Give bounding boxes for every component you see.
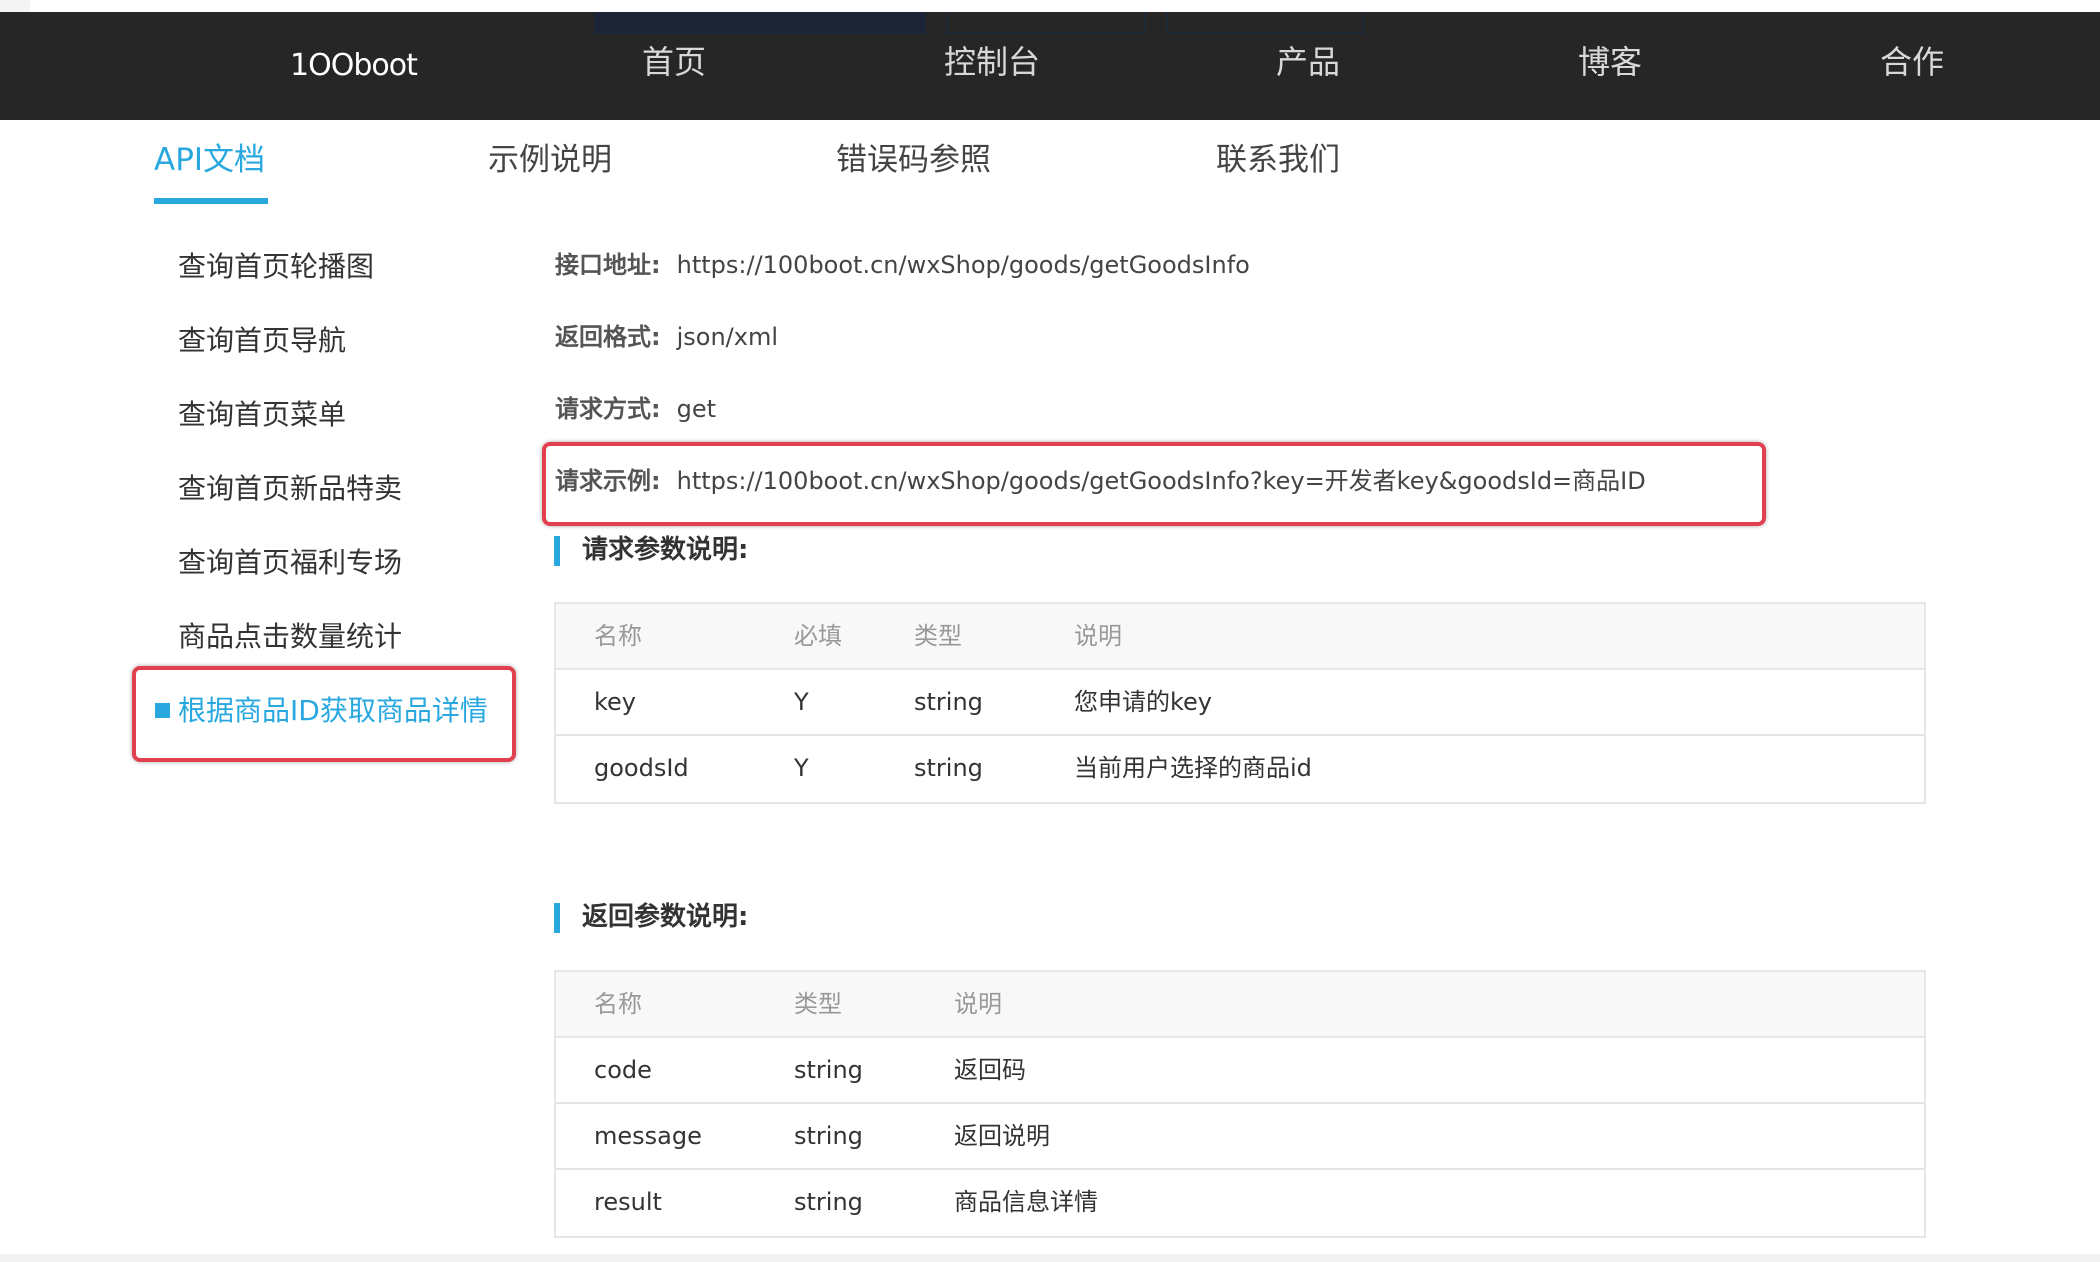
sidebar-item-new-sale[interactable]: 查询首页新品特卖 bbox=[178, 469, 402, 509]
sidebar-item-click-stats[interactable]: 商品点击数量统计 bbox=[178, 617, 402, 657]
tab-api-docs[interactable]: API文档 bbox=[154, 138, 265, 182]
site-logo[interactable]: 1OOboot bbox=[290, 48, 418, 83]
active-tab-indicator bbox=[154, 198, 268, 204]
cell-name: goodsId bbox=[594, 754, 689, 782]
api-format-value: json/xml bbox=[676, 323, 779, 351]
request-params-title: 请求参数说明: bbox=[582, 535, 749, 565]
nav-products[interactable]: 产品 bbox=[1276, 40, 1340, 84]
cell-name: message bbox=[594, 1122, 702, 1150]
cell-desc: 您申请的key bbox=[1074, 688, 1213, 716]
api-format-label: 返回格式: bbox=[555, 323, 661, 351]
api-address-row: 接口地址: https://100boot.cn/wxShop/goods/get… bbox=[555, 247, 1250, 283]
cell-desc: 当前用户选择的商品id bbox=[1074, 754, 1312, 782]
cell-type: string bbox=[794, 1122, 863, 1150]
cell-desc: 返回说明 bbox=[954, 1122, 1050, 1150]
col-header-desc: 说明 bbox=[954, 990, 1002, 1018]
tab-error-codes[interactable]: 错误码参照 bbox=[836, 138, 991, 182]
nav-ghost-tab bbox=[1166, 12, 1364, 34]
col-header-required: 必填 bbox=[794, 622, 842, 650]
browser-edge bbox=[0, 0, 30, 12]
annotation-highlight-sidebar bbox=[132, 666, 516, 762]
col-header-name: 名称 bbox=[594, 990, 642, 1018]
page-bottom-edge bbox=[0, 1254, 2100, 1262]
table-header-row: 名称 类型 说明 bbox=[556, 972, 1924, 1038]
col-header-desc: 说明 bbox=[1074, 622, 1122, 650]
table-row: result string 商品信息详情 bbox=[556, 1170, 1924, 1236]
section-bar bbox=[554, 536, 560, 566]
nav-console[interactable]: 控制台 bbox=[944, 40, 1040, 84]
table-row: goodsId Y string 当前用户选择的商品id bbox=[556, 736, 1924, 802]
sidebar-item-menu[interactable]: 查询首页菜单 bbox=[178, 395, 346, 435]
sidebar-item-navigation[interactable]: 查询首页导航 bbox=[178, 321, 346, 361]
cell-name: key bbox=[594, 688, 637, 716]
cell-required: Y bbox=[794, 754, 809, 782]
api-method-value: get bbox=[676, 395, 717, 423]
tab-contact[interactable]: 联系我们 bbox=[1216, 138, 1340, 182]
response-params-title: 返回参数说明: bbox=[582, 902, 749, 932]
request-params-table: 名称 必填 类型 说明 key Y string 您申请的key goodsId… bbox=[554, 602, 1926, 804]
sidebar-item-banner[interactable]: 查询首页轮播图 bbox=[178, 247, 374, 287]
api-method-row: 请求方式: get bbox=[555, 391, 716, 427]
nav-cooperation[interactable]: 合作 bbox=[1880, 40, 1944, 84]
table-row: key Y string 您申请的key bbox=[556, 670, 1924, 736]
sidebar-item-welfare[interactable]: 查询首页福利专场 bbox=[178, 543, 402, 583]
nav-home[interactable]: 首页 bbox=[642, 40, 706, 84]
top-navbar: 1OOboot 首页 控制台 产品 博客 合作 bbox=[0, 12, 2100, 120]
section-bar bbox=[554, 903, 560, 933]
api-format-row: 返回格式: json/xml bbox=[555, 319, 778, 355]
nav-ghost-tab bbox=[946, 12, 1146, 34]
nav-ghost-tab bbox=[594, 12, 926, 34]
api-address-label: 接口地址: bbox=[555, 251, 661, 279]
cell-type: string bbox=[914, 754, 983, 782]
tab-examples[interactable]: 示例说明 bbox=[488, 138, 612, 182]
cell-name: result bbox=[594, 1188, 662, 1216]
cell-type: string bbox=[914, 688, 983, 716]
cell-desc: 商品信息详情 bbox=[954, 1188, 1098, 1216]
table-header-row: 名称 必填 类型 说明 bbox=[556, 604, 1924, 670]
col-header-type: 类型 bbox=[914, 622, 962, 650]
cell-type: string bbox=[794, 1188, 863, 1216]
annotation-highlight-example bbox=[542, 442, 1766, 526]
cell-type: string bbox=[794, 1056, 863, 1084]
table-row: message string 返回说明 bbox=[556, 1104, 1924, 1170]
browser-top-strip bbox=[0, 0, 2100, 12]
cell-required: Y bbox=[794, 688, 809, 716]
cell-desc: 返回码 bbox=[954, 1056, 1026, 1084]
table-row: code string 返回码 bbox=[556, 1038, 1924, 1104]
col-header-name: 名称 bbox=[594, 622, 642, 650]
col-header-type: 类型 bbox=[794, 990, 842, 1018]
cell-name: code bbox=[594, 1056, 652, 1084]
response-params-table: 名称 类型 说明 code string 返回码 message string … bbox=[554, 970, 1926, 1238]
api-address-value: https://100boot.cn/wxShop/goods/getGoods… bbox=[676, 251, 1250, 279]
nav-blog[interactable]: 博客 bbox=[1578, 40, 1642, 84]
api-method-label: 请求方式: bbox=[555, 395, 661, 423]
